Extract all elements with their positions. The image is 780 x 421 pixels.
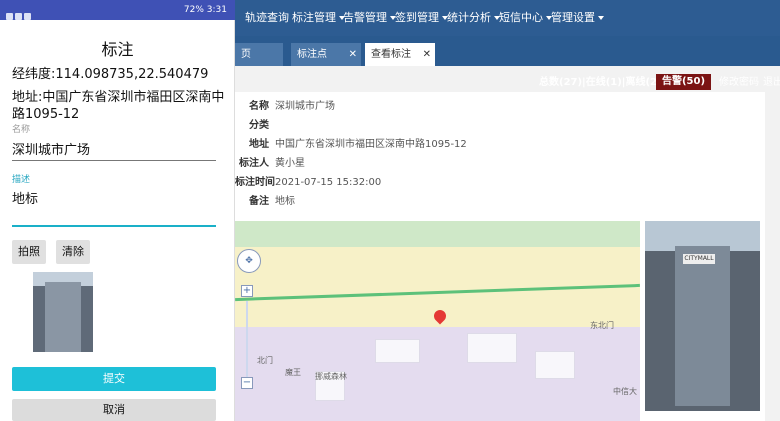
chevron-down-icon (598, 16, 604, 20)
address-text: 地址:中国广东省深圳市福田区深南中路1095-12 (12, 90, 225, 122)
cancel-button[interactable]: 取消 (12, 399, 216, 421)
zoom-out-button[interactable]: − (241, 377, 253, 389)
info-label: 备注 (249, 196, 269, 207)
info-row-marker-user: 标注人 黄小星 (235, 157, 635, 171)
wifi-icon (15, 13, 22, 20)
photo-sign-text: CITYMALL (684, 255, 714, 262)
nav-label: 告警管理 (343, 11, 387, 24)
info-label: 标注人 (239, 158, 269, 169)
page-title: 标注 (101, 40, 134, 59)
name-field-underline (12, 160, 216, 161)
web-admin-panel: 轨迹查询 标注管理 告警管理 签到管理 统计分析 短信中心 管理设置 页 标注点… (235, 0, 780, 421)
marker-photo[interactable]: CITYMALL (645, 221, 760, 411)
info-row-note: 备注 地标 (235, 195, 635, 209)
photo-sign: CITYMALL (683, 254, 715, 264)
name-field-label: 名称 (12, 125, 31, 135)
info-value: 黄小星 (275, 158, 305, 169)
nav-alarm-manage[interactable]: 告警管理 (343, 11, 396, 25)
description-field-underline (12, 225, 216, 227)
map-label-east-gate: 东北门 (590, 321, 614, 330)
close-icon[interactable]: ✕ (349, 43, 357, 66)
nav-track-query[interactable]: 轨迹查询 (245, 11, 289, 25)
photo-thumbnail[interactable] (33, 272, 93, 352)
nav-sms-center[interactable]: 短信中心 (499, 11, 552, 25)
info-row-category: 分类 (235, 119, 635, 133)
nav-checkin-manage[interactable]: 签到管理 (395, 11, 448, 25)
nav-label: 标注管理 (292, 11, 336, 24)
map-building (375, 339, 420, 363)
nav-label: 管理设置 (551, 11, 595, 24)
logout-link[interactable]: 退出 (763, 76, 780, 90)
info-label: 地址 (249, 139, 269, 150)
tab-label: 查看标注 (371, 49, 411, 60)
photo-building (675, 246, 730, 406)
coordinates-text: 经纬度:114.098735,22.540479 (12, 67, 209, 82)
nav-label: 统计分析 (447, 11, 491, 24)
description-field-label: 描述 (12, 175, 31, 185)
map-label-poi: 魔王 (285, 368, 301, 377)
tab-marker-points[interactable]: 标注点 ✕ (291, 43, 361, 66)
tab-view-marker[interactable]: 查看标注 ✕ (365, 43, 435, 66)
info-value: 深圳城市广场 (275, 101, 335, 112)
mobile-app: 72% 3:31 标注 经纬度:114.098735,22.540479 地址:… (0, 0, 235, 421)
nav-settings[interactable]: 管理设置 (551, 11, 604, 25)
map-label-poi: 中信大 (613, 387, 637, 396)
submit-button[interactable]: 提交 (12, 367, 216, 391)
zoom-slider[interactable] (246, 301, 248, 381)
close-icon[interactable]: ✕ (423, 43, 431, 66)
marker-map[interactable]: 东北门 北门 魔王 挪威森林 中信大 ✥ + − (235, 221, 640, 421)
info-value: 地标 (275, 196, 295, 207)
info-value: 中国广东省深圳市福田区深南中路1095-12 (275, 139, 467, 150)
info-row-name: 名称 深圳城市广场 (235, 100, 635, 114)
map-pan-control[interactable]: ✥ (237, 249, 261, 273)
info-row-address: 地址 中国广东省深圳市福田区深南中路1095-12 (235, 138, 635, 152)
thumbnail-building (45, 282, 81, 352)
map-label-poi: 挪威森林 (315, 372, 347, 381)
info-label: 标注时间 (235, 177, 275, 188)
top-navigation: 轨迹查询 标注管理 告警管理 签到管理 统计分析 短信中心 管理设置 (235, 0, 780, 36)
nav-statistics[interactable]: 统计分析 (447, 11, 500, 25)
info-label: 名称 (249, 101, 269, 112)
description-field[interactable]: 地标 (12, 191, 216, 208)
info-value: 2021-07-15 15:32:00 (275, 177, 382, 188)
change-password-link[interactable]: 修改密码 (719, 76, 759, 90)
info-row-marker-time: 标注时间 2021-07-15 15:32:00 (235, 176, 635, 190)
status-bar: 72% 3:31 (0, 0, 235, 20)
tab-home[interactable]: 页 (235, 43, 283, 66)
notification-icon (24, 13, 31, 20)
take-photo-button[interactable]: 拍照 (12, 240, 46, 264)
signal-icon (6, 13, 13, 20)
tab-label: 页 (241, 49, 251, 60)
tab-bar: 页 标注点 ✕ 查看标注 ✕ 总数(27)|在线(1)|离线(26) 告警(50) … (235, 36, 780, 90)
alarm-button[interactable]: 告警(50) (656, 74, 711, 90)
name-field[interactable]: 深圳城市广场 (12, 142, 216, 159)
map-park (235, 221, 640, 247)
info-label: 分类 (249, 120, 269, 131)
nav-label: 短信中心 (499, 11, 543, 24)
status-icons (6, 5, 36, 20)
tab-label: 标注点 (297, 49, 327, 60)
nav-label: 签到管理 (395, 11, 439, 24)
nav-marker-manage[interactable]: 标注管理 (292, 11, 345, 25)
zoom-in-button[interactable]: + (241, 285, 253, 297)
clear-button[interactable]: 清除 (56, 240, 90, 264)
device-stats[interactable]: 总数(27)|在线(1)|离线(26) (539, 76, 669, 90)
map-building (535, 351, 575, 379)
map-label-north-gate: 北门 (257, 356, 273, 365)
screenshot-root: 轨迹查询 标注管理 告警管理 签到管理 统计分析 短信中心 管理设置 页 标注点… (0, 0, 780, 421)
status-battery-time: 72% 3:31 (183, 5, 227, 15)
map-building (467, 333, 517, 363)
